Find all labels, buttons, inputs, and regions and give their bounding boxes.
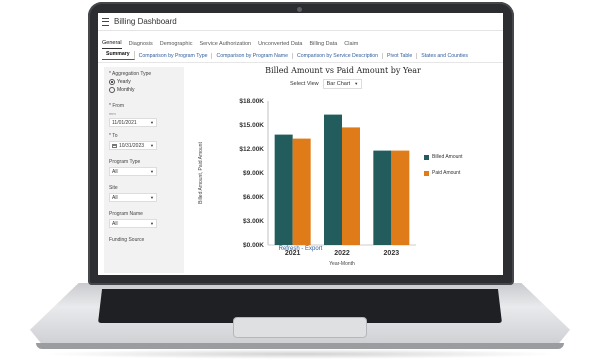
- tab-general[interactable]: General: [102, 40, 122, 49]
- program-name-value: All: [112, 220, 118, 227]
- radio-monthly-label: Monthly: [117, 87, 135, 93]
- link-separator: -: [301, 246, 304, 252]
- subtab-comparison-by-program-name[interactable]: Comparison by Program Name: [212, 52, 293, 59]
- secondary-tabs: Summary Comparison by Program Type Compari…: [98, 49, 503, 63]
- from-hint: mm: [109, 111, 116, 116]
- bar-paid-2023[interactable]: [391, 150, 410, 245]
- site-select[interactable]: All ▼: [109, 193, 157, 202]
- y-tick-label: $9.00K: [243, 170, 264, 177]
- y-tick-label: $12.00K: [239, 146, 264, 153]
- funding-source-label: Funding Source: [109, 237, 145, 243]
- subtab-comparison-by-service-description[interactable]: Comparison by Service Description: [293, 52, 383, 59]
- subtab-pivot-table[interactable]: Pivot Table: [383, 52, 418, 59]
- laptop-base-lip: [36, 343, 564, 349]
- program-name-select[interactable]: All ▼: [109, 219, 157, 228]
- aggregation-type-label: * Aggregation Type: [109, 71, 152, 77]
- to-label: * To: [109, 133, 118, 139]
- tab-diagnosis[interactable]: Diagnosis: [129, 41, 153, 49]
- chevron-down-icon[interactable]: ▼: [150, 169, 154, 174]
- subtab-summary[interactable]: Summary: [102, 51, 135, 60]
- chevron-down-icon[interactable]: ▼: [150, 221, 154, 226]
- chevron-down-icon[interactable]: ▼: [150, 195, 154, 200]
- legend-swatch-1: [424, 171, 429, 176]
- y-tick-label: $15.00K: [239, 122, 264, 129]
- primary-tabs: General Diagnosis Demographic Service Autho…: [98, 35, 503, 49]
- subtab-states-and-counties[interactable]: States and Counties: [417, 53, 472, 59]
- chart-panel: Billed Amount vs Paid Amount by Year Sel…: [190, 63, 503, 275]
- tab-demographic[interactable]: Demographic: [160, 41, 193, 49]
- radio-monthly-icon[interactable]: [109, 87, 115, 93]
- tab-claim[interactable]: Claim: [344, 41, 358, 49]
- radio-yearly-icon[interactable]: [109, 79, 115, 85]
- bar-billed-2021[interactable]: [274, 134, 293, 245]
- x-axis-title: Year-Month: [329, 261, 355, 267]
- tab-billing-data[interactable]: Billing Data: [309, 41, 337, 49]
- from-date-value: 11/01/2021: [112, 119, 137, 126]
- laptop-screen: Billing Dashboard General Diagnosis Demogr…: [98, 13, 503, 275]
- from-date-field[interactable]: 11/01/2021 ▼: [109, 118, 157, 127]
- to-date-field[interactable]: 10/31/2023 ▼: [109, 141, 157, 150]
- y-tick-label: $18.00K: [239, 98, 264, 105]
- bar-paid-2021[interactable]: [292, 138, 311, 245]
- bar-billed-2023[interactable]: [373, 150, 392, 245]
- camera-dot: [297, 7, 302, 12]
- bar-billed-2022[interactable]: [324, 114, 342, 245]
- radio-yearly-label: Yearly: [117, 79, 131, 85]
- hamburger-menu-icon[interactable]: [102, 17, 109, 26]
- site-value: All: [112, 194, 118, 201]
- subtab-comparison-by-program-type[interactable]: Comparison by Program Type: [135, 52, 213, 59]
- y-tick-label: $6.00K: [243, 194, 264, 201]
- program-type-select[interactable]: All ▼: [109, 167, 157, 176]
- chevron-down-icon[interactable]: ▼: [150, 143, 154, 148]
- site-label: Site: [109, 185, 118, 191]
- y-tick-label: $3.00K: [243, 218, 264, 225]
- radio-yearly[interactable]: Yearly: [109, 79, 179, 85]
- filter-panel: * Aggregation Type Yearly Monthly * From…: [104, 67, 184, 273]
- refresh-link[interactable]: Refresh: [279, 246, 300, 252]
- tab-service-authorization[interactable]: Service Authorization: [199, 41, 251, 49]
- calendar-icon[interactable]: [112, 143, 117, 148]
- export-link[interactable]: Export: [305, 246, 322, 252]
- program-name-label: Program Name: [109, 211, 143, 217]
- legend-swatch-0: [424, 155, 429, 160]
- content-area: * Aggregation Type Yearly Monthly * From…: [98, 63, 503, 275]
- footer-links: Refresh - Export: [98, 246, 503, 252]
- app-title: Billing Dashboard: [114, 17, 177, 26]
- program-type-label: Program Type: [109, 159, 141, 165]
- laptop-trackpad: [234, 318, 366, 337]
- from-label: * From: [109, 103, 124, 109]
- to-date-value: 10/31/2023: [119, 142, 145, 149]
- tab-unconverted-data[interactable]: Unconverted Data: [258, 41, 302, 49]
- chevron-down-icon[interactable]: ▼: [150, 120, 154, 125]
- legend-label-1: Paid Amount: [432, 170, 461, 176]
- radio-monthly[interactable]: Monthly: [109, 87, 179, 93]
- legend-label-0: Billed Amount: [432, 154, 463, 160]
- laptop-shadow: [40, 349, 560, 359]
- bar-paid-2022[interactable]: [342, 127, 360, 245]
- y-axis-title: Billed Amount, Paid Amount: [198, 142, 204, 204]
- chart-title: Billed Amount vs Paid Amount by Year: [265, 66, 421, 75]
- program-type-value: All: [112, 168, 118, 175]
- title-bar: Billing Dashboard: [98, 13, 503, 31]
